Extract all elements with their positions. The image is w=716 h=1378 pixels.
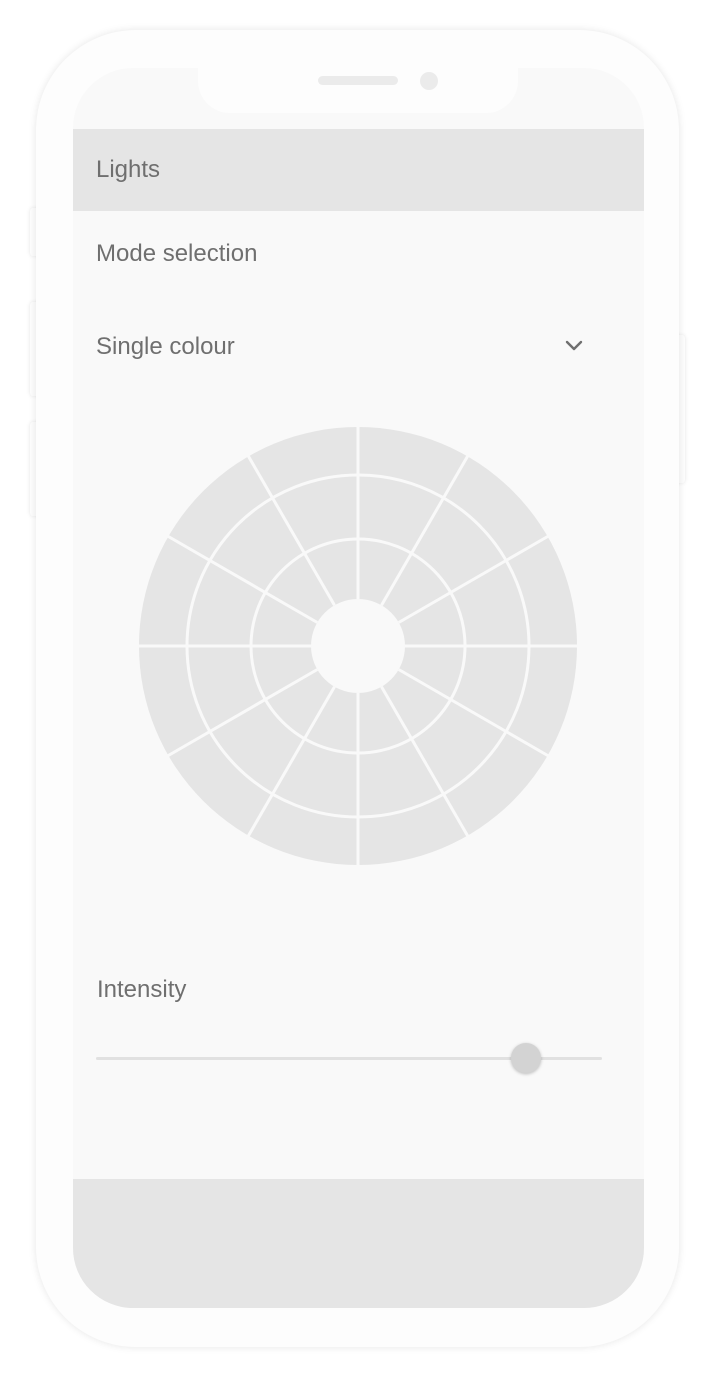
phone-screen: Lights Mode selection Single colour Inte… xyxy=(73,68,644,1308)
bottom-bar xyxy=(73,1179,644,1308)
mode-dropdown[interactable]: Single colour xyxy=(96,323,596,371)
color-wheel[interactable] xyxy=(139,427,577,865)
app-header: Lights xyxy=(73,129,644,211)
front-camera xyxy=(420,72,438,90)
slider-thumb[interactable] xyxy=(511,1043,542,1073)
mode-dropdown-value: Single colour xyxy=(96,333,235,360)
intensity-slider[interactable] xyxy=(96,1038,602,1078)
chevron-down-icon xyxy=(565,340,583,351)
page-title: Lights xyxy=(96,156,161,183)
wheel-center xyxy=(311,599,405,693)
intensity-label: Intensity xyxy=(97,976,187,1003)
speaker-grille xyxy=(318,76,398,85)
mode-selection-label: Mode selection xyxy=(96,240,258,267)
notch xyxy=(198,68,518,113)
